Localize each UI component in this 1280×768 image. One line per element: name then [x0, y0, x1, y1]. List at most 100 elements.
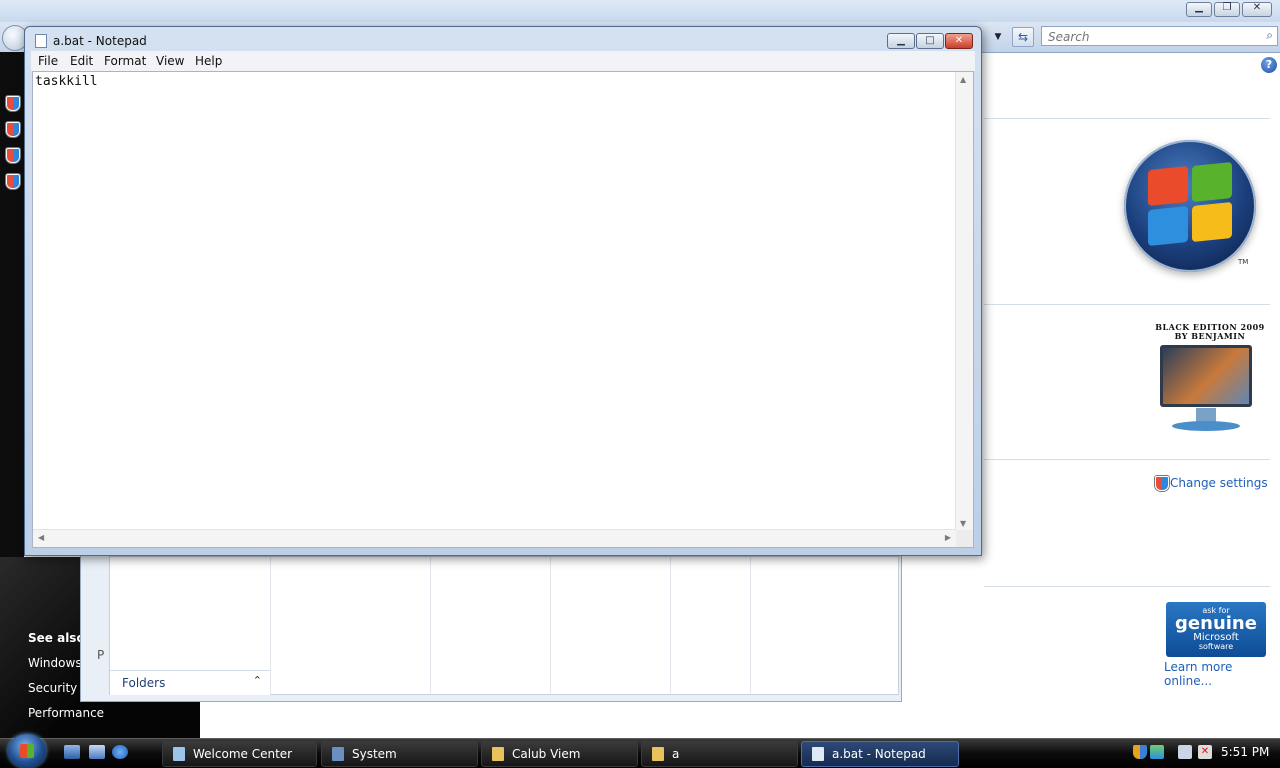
system-caption-buttons: ▁ ❐ ✕: [1186, 2, 1272, 17]
system-maximize-button[interactable]: ❐: [1214, 2, 1240, 17]
section-divider: [984, 586, 1270, 587]
section-divider: [984, 118, 1270, 119]
network-icon[interactable]: [1178, 745, 1192, 759]
vertical-scrollbar[interactable]: ▲ ▼: [955, 72, 973, 531]
scroll-left-icon[interactable]: ◀: [38, 533, 44, 542]
close-icon: ✕: [954, 35, 964, 46]
genuine-line3: Microsoft: [1193, 632, 1239, 643]
maximize-icon: □: [925, 35, 935, 46]
menu-file[interactable]: File: [38, 54, 58, 68]
genuine-line4: software: [1198, 642, 1234, 651]
see-also-link-performance[interactable]: Performance: [28, 706, 104, 720]
trademark-label: TM: [1238, 258, 1249, 266]
taskbar-label: a.bat - Notepad: [832, 747, 926, 761]
notepad-content[interactable]: taskkill: [35, 74, 98, 89]
taskbar-button-welcome-center[interactable]: Welcome Center: [162, 741, 317, 767]
menu-edit[interactable]: Edit: [70, 54, 93, 68]
help-icon[interactable]: ?: [1261, 57, 1277, 73]
scroll-down-icon[interactable]: ▼: [960, 519, 966, 528]
see-also-link-windows[interactable]: Windows: [28, 656, 82, 670]
search-icon[interactable]: ⌕: [1266, 28, 1273, 43]
see-also-heading: See also: [28, 631, 85, 645]
column-divider: [670, 557, 671, 694]
menu-format[interactable]: Format: [104, 54, 146, 68]
section-divider: [984, 304, 1270, 305]
taskbar-label: Welcome Center: [193, 747, 293, 761]
notepad-minimize-button[interactable]: ▁: [887, 33, 915, 49]
column-divider: [750, 557, 751, 694]
scroll-right-icon[interactable]: ▶: [945, 533, 951, 542]
learn-more-link[interactable]: Learn more online...: [1164, 660, 1280, 688]
folder-icon: [492, 747, 504, 761]
column-divider: [550, 557, 551, 694]
uac-shield-icon: [1155, 476, 1169, 491]
notepad-window[interactable]: a.bat - Notepad ▁ □ ✕ File Edit Format V…: [24, 26, 982, 556]
windows-update-icon[interactable]: [1150, 745, 1164, 759]
search-box[interactable]: ⌕: [1041, 26, 1278, 46]
system-minimize-button[interactable]: ▁: [1186, 2, 1212, 17]
notepad-close-button[interactable]: ✕: [945, 33, 973, 49]
restore-icon: ❐: [1222, 2, 1232, 13]
windows-logo-icon: [20, 744, 34, 758]
change-settings-link[interactable]: Change settings: [1170, 476, 1268, 490]
taskbar-label: Calub Viem: [512, 747, 581, 761]
genuine-line2: genuine: [1175, 613, 1257, 634]
start-button[interactable]: [8, 734, 46, 768]
uac-shield-icon: [6, 96, 20, 111]
oem-logo-text: BLACK EDITION 2009 BY BENJAMIN: [1150, 323, 1270, 341]
taskbar-button-folder[interactable]: Calub Viem: [481, 741, 638, 767]
taskbar-button-system[interactable]: System: [321, 741, 478, 767]
logo-flag-yellow: [1192, 201, 1232, 243]
notepad-caption-buttons: ▁ □ ✕: [887, 33, 973, 49]
close-icon: ✕: [1252, 2, 1262, 13]
explorer-file-pane[interactable]: Folders ⌃: [109, 556, 899, 695]
notepad-title: a.bat - Notepad: [53, 34, 147, 48]
clock[interactable]: 5:51 PM: [1221, 745, 1269, 759]
oem-monitor-base: [1172, 421, 1240, 431]
logo-flag-green: [1192, 161, 1232, 203]
security-shield-icon[interactable]: [1133, 745, 1147, 759]
horizontal-scrollbar[interactable]: ◀ ▶: [33, 529, 956, 547]
logo-flag-blue: [1148, 205, 1188, 247]
notepad-maximize-button[interactable]: □: [916, 33, 944, 49]
windows-logo: [1124, 140, 1256, 272]
column-divider: [430, 557, 431, 694]
uac-shield-icon: [6, 174, 20, 189]
internet-explorer-icon[interactable]: [112, 745, 128, 759]
refresh-button[interactable]: ⇆: [1012, 27, 1034, 47]
size-grip[interactable]: [956, 530, 973, 547]
taskbar-button-notepad[interactable]: a.bat - Notepad: [801, 741, 959, 767]
switch-windows-icon[interactable]: [89, 745, 105, 759]
genuine-microsoft-badge[interactable]: ask for genuine Microsoft software: [1166, 602, 1266, 657]
explorer-stub-text: P: [97, 648, 105, 662]
search-input[interactable]: [1046, 28, 1250, 46]
system-close-button[interactable]: ✕: [1242, 2, 1272, 17]
system-icon: [332, 747, 344, 761]
refresh-icon: ⇆: [1017, 30, 1029, 44]
menu-help[interactable]: Help: [195, 54, 222, 68]
menu-view[interactable]: View: [156, 54, 184, 68]
minimize-icon: ▁: [897, 35, 905, 46]
notepad-text-area[interactable]: taskkill ▲ ▼ ◀ ▶: [32, 71, 974, 548]
scroll-up-icon[interactable]: ▲: [960, 75, 966, 84]
notepad-icon: [812, 747, 824, 761]
section-divider: [984, 459, 1270, 460]
explorer-window: P Folders ⌃: [80, 555, 902, 702]
folder-icon: [652, 747, 664, 761]
show-desktop-icon[interactable]: [64, 745, 80, 759]
folders-label: Folders: [122, 676, 166, 690]
address-dropdown-icon[interactable]: ▼: [990, 28, 1006, 46]
uac-shield-icon: [6, 148, 20, 163]
oem-monitor-image: [1160, 345, 1252, 407]
logo-flag-red: [1148, 165, 1188, 207]
notepad-icon: [35, 34, 47, 48]
folders-toggle[interactable]: Folders ⌃: [110, 670, 270, 695]
taskbar-label: a: [672, 747, 680, 761]
welcome-center-icon: [173, 747, 185, 761]
notepad-menubar: File Edit Format View Help: [31, 51, 975, 71]
oem-monitor-stand: [1196, 408, 1216, 422]
volume-muted-icon[interactable]: ✕: [1198, 745, 1212, 759]
minimize-icon: ▁: [1195, 2, 1203, 13]
taskbar-button-a[interactable]: a: [641, 741, 798, 767]
system-titlebar: ▁ ❐ ✕: [0, 0, 1280, 22]
